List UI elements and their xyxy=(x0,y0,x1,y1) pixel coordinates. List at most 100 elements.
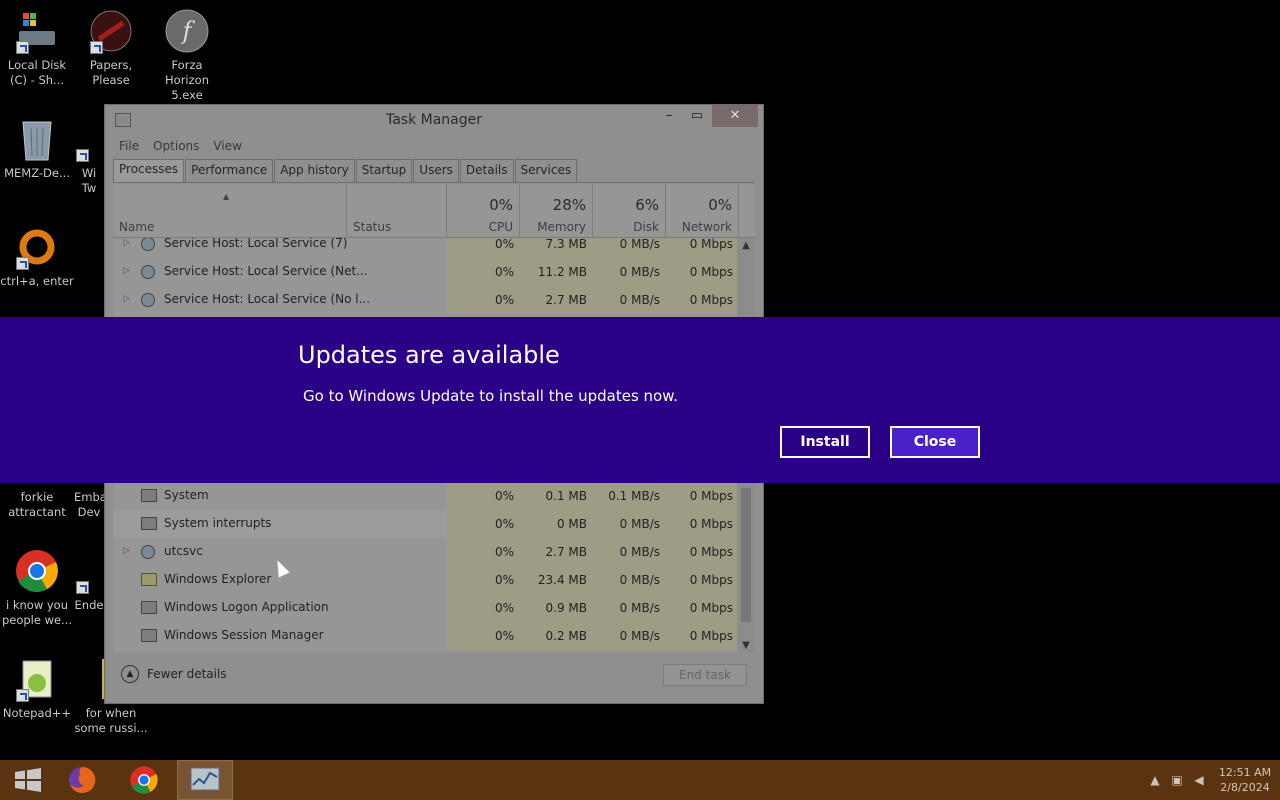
column-header-row: ▲ Name Status 0% CPU 28% Memory 6% Disk xyxy=(113,184,755,238)
process-disk-cell: 0.1 MB/s xyxy=(593,482,666,510)
process-disk-cell: 0 MB/s xyxy=(593,258,666,286)
tab-performance[interactable]: Performance xyxy=(185,159,274,182)
desktop-icon-notepad[interactable]: Notepad++ xyxy=(0,656,74,721)
tab-startup[interactable]: Startup xyxy=(355,159,413,182)
menu-options[interactable]: Options xyxy=(153,139,199,153)
process-row[interactable]: Windows Session Manager 0% 0.2 MB 0 MB/s 0 M… xyxy=(113,622,737,650)
process-mem-cell: 2.7 MB xyxy=(520,538,593,566)
clock-date: 2/8/2024 xyxy=(1220,781,1270,794)
update-notification-banner: Updates are available Go to Windows Upda… xyxy=(0,317,1280,483)
desktop-icon-label: Ende xyxy=(74,598,104,612)
process-disk-cell: 0 MB/s xyxy=(593,594,666,622)
end-task-button[interactable]: End task xyxy=(663,664,747,686)
expand-arrow-icon[interactable]: ▷ xyxy=(123,294,130,304)
column-cpu-label: CPU xyxy=(488,220,513,234)
scroll-thumb[interactable] xyxy=(741,488,751,622)
column-name-label: Name xyxy=(119,220,155,234)
expand-arrow-icon[interactable]: ▷ xyxy=(123,238,130,248)
show-hidden-icons-icon[interactable]: ▲ xyxy=(1144,773,1166,787)
process-cpu-cell: 0% xyxy=(447,510,520,538)
desktop-icon-label: for when some russi... xyxy=(74,706,148,735)
desktop-icon-label: forkie attractant xyxy=(8,490,66,519)
desktop-icon-ctrl-a[interactable]: ctrl+a, enter xyxy=(0,224,74,289)
process-net-cell: 0 Mbps xyxy=(666,538,737,566)
process-row[interactable]: Windows Explorer 0% 23.4 MB 0 MB/s 0 Mbps xyxy=(113,566,737,594)
banner-message: Go to Windows Update to install the upda… xyxy=(303,387,678,405)
process-row[interactable]: Windows Logon Application 0% 0.9 MB 0 MB/s 0… xyxy=(113,594,737,622)
clock-time: 12:51 AM xyxy=(1218,766,1272,779)
desktop-icon-forkie[interactable]: forkie attractant xyxy=(0,490,74,520)
tab-processes[interactable]: Processes xyxy=(113,159,185,182)
title-bar[interactable]: Task Manager – ▭ ✕ xyxy=(105,105,763,135)
process-cpu-cell: 0% xyxy=(447,566,520,594)
desktop-icon-forza[interactable]: f Forza Horizon 5.exe xyxy=(150,8,224,103)
tab-users[interactable]: Users xyxy=(413,159,459,182)
service-gear-icon xyxy=(141,238,155,251)
process-disk-cell: 0 MB/s xyxy=(593,286,666,314)
flash-icon: f xyxy=(164,8,210,54)
firefox-icon xyxy=(69,766,96,793)
process-name: System interrupts xyxy=(164,516,272,530)
process-row[interactable]: ▷ Service Host: Local Service (7) 0% 7.3 MB… xyxy=(113,238,737,258)
process-disk-cell: 0 MB/s xyxy=(593,566,666,594)
process-mem-cell: 2.7 MB xyxy=(520,286,593,314)
process-cpu-cell: 0% xyxy=(447,482,520,510)
chrome-icon xyxy=(130,766,158,794)
taskbar-chrome[interactable] xyxy=(116,760,172,800)
install-button[interactable]: Install xyxy=(780,426,870,458)
tab-app-history[interactable]: App history xyxy=(274,159,355,182)
process-cpu-cell: 0% xyxy=(447,238,520,258)
process-cpu-cell: 0% xyxy=(447,594,520,622)
process-cpu-cell: 0% xyxy=(447,538,520,566)
process-row[interactable]: ▷ utcsvc 0% 2.7 MB 0 MB/s 0 Mbps xyxy=(113,538,737,566)
desktop-icon-local-disk[interactable]: Local Disk (C) - Sh... xyxy=(0,8,74,88)
network-icon[interactable]: ▣ xyxy=(1166,773,1188,787)
close-banner-button[interactable]: Close xyxy=(890,426,980,458)
desktop-icon-emba[interactable]: Emba Dev xyxy=(74,490,104,520)
column-name[interactable]: ▲ Name xyxy=(113,184,347,238)
process-net-cell: 0 Mbps xyxy=(666,510,737,538)
desktop-icon-memz[interactable]: MEMZ-De... xyxy=(0,116,74,181)
cpu-percent: 0% xyxy=(489,196,513,214)
column-status[interactable]: Status xyxy=(347,184,447,238)
column-disk-label: Disk xyxy=(633,220,659,234)
process-row[interactable]: System 0% 0.1 MB 0.1 MB/s 0 Mbps xyxy=(113,482,737,510)
tab-details[interactable]: Details xyxy=(459,159,514,182)
menu-view[interactable]: View xyxy=(213,139,241,153)
chrome-icon xyxy=(14,548,60,594)
menu-file[interactable]: File xyxy=(119,139,139,153)
column-memory[interactable]: 28% Memory xyxy=(520,184,593,238)
column-network[interactable]: 0% Network xyxy=(666,184,739,238)
scroll-down-icon[interactable]: ▼ xyxy=(737,640,755,651)
expand-arrow-icon[interactable]: ▷ xyxy=(123,546,130,556)
desktop-icon-label: i know you people we... xyxy=(1,598,73,627)
taskbar-firefox[interactable] xyxy=(54,760,110,800)
desktop-icon-papers-please[interactable]: Papers, Please xyxy=(74,8,148,88)
start-button[interactable] xyxy=(0,760,56,800)
process-disk-cell: 0 MB/s xyxy=(593,622,666,650)
desktop-icon-chrome[interactable]: i know you people we... xyxy=(0,548,74,628)
process-net-cell: 0 Mbps xyxy=(666,258,737,286)
process-row[interactable]: ▷ Service Host: Local Service (No l... 0% 2… xyxy=(113,286,737,314)
windows-logo-icon xyxy=(15,768,41,792)
scroll-up-icon[interactable]: ▲ xyxy=(737,240,755,251)
taskbar-task-manager[interactable] xyxy=(177,760,233,800)
desktop-icon-wi[interactable]: Wi Tw xyxy=(74,116,104,196)
tab-services[interactable]: Services xyxy=(514,159,578,182)
service-gear-icon xyxy=(141,545,155,559)
fewer-details-button[interactable]: ▲ Fewer details xyxy=(121,665,227,683)
column-cpu[interactable]: 0% CPU xyxy=(447,184,520,238)
process-row[interactable]: System interrupts 0% 0 MB 0 MB/s 0 Mbps xyxy=(113,510,737,538)
volume-muted-icon[interactable]: ◀ xyxy=(1188,773,1210,787)
column-disk[interactable]: 6% Disk xyxy=(593,184,666,238)
maximize-button[interactable]: ▭ xyxy=(683,105,711,127)
desktop-icon-label: Notepad++ xyxy=(2,706,72,720)
expand-arrow-icon[interactable]: ▷ xyxy=(123,266,130,276)
minimize-button[interactable]: – xyxy=(655,105,683,127)
app-icon xyxy=(74,116,104,162)
disk-percent: 6% xyxy=(635,196,659,214)
process-row[interactable]: ▷ Service Host: Local Service (Net... 0% 11… xyxy=(113,258,737,286)
desktop-icon-ende[interactable]: Ende xyxy=(74,548,104,613)
clock[interactable]: 12:51 AM 2/8/2024 xyxy=(1210,765,1280,795)
close-button[interactable]: ✕ xyxy=(712,105,758,127)
